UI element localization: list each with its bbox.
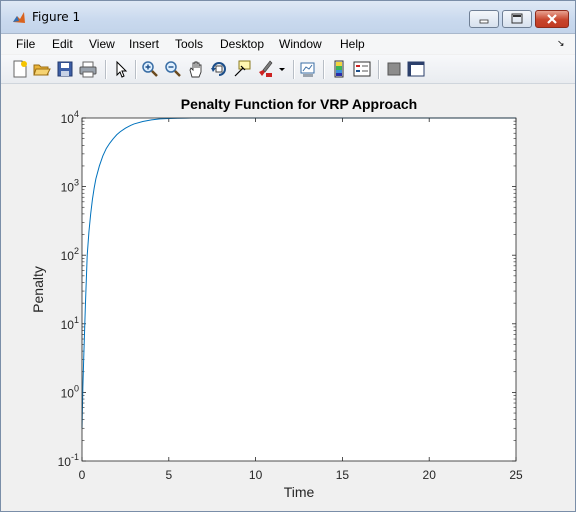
edit-plot-arrow-icon[interactable] [112, 60, 130, 78]
menu-desktop[interactable]: Desktop [220, 37, 264, 51]
toolbar-separator [135, 60, 137, 79]
link-plot-icon[interactable] [299, 60, 317, 78]
toolbar-separator [378, 60, 380, 79]
x-tick-label: 15 [336, 468, 350, 482]
menu-file[interactable]: File [16, 37, 35, 51]
toolbar-separator [293, 60, 295, 79]
new-figure-icon[interactable] [11, 60, 29, 78]
brush-icon[interactable] [256, 60, 274, 78]
figure-canvas[interactable]: 0 5 10 15 20 25 10-1 100 101 102 103 104 Penalty Fu… [2, 84, 574, 510]
menu-insert[interactable]: Insert [129, 37, 159, 51]
show-plot-tools-icon[interactable] [407, 60, 425, 78]
title-bar[interactable]: Figure 1 [1, 1, 575, 34]
menu-window[interactable]: Window [279, 37, 322, 51]
toolbar-separator [105, 60, 107, 79]
window-title: Figure 1 [32, 10, 81, 24]
save-icon[interactable] [56, 60, 74, 78]
maximize-button[interactable] [502, 10, 532, 28]
open-file-icon[interactable] [33, 60, 51, 78]
figure-toolbar [1, 55, 575, 84]
figure-window: Figure 1 File Edit View Insert Tools Des… [0, 0, 576, 512]
close-icon [547, 14, 557, 24]
y-tick-label: 100 [61, 383, 79, 400]
zoom-out-icon[interactable] [164, 60, 182, 78]
maximize-icon [511, 13, 523, 24]
x-axis-label: Time [284, 484, 315, 500]
y-tick-label: 102 [61, 246, 79, 263]
menu-help[interactable]: Help [340, 37, 365, 51]
toolbar-separator [323, 60, 325, 79]
menu-edit[interactable]: Edit [52, 37, 73, 51]
zoom-in-icon[interactable] [141, 60, 159, 78]
x-tick-label: 20 [423, 468, 437, 482]
minimize-button[interactable] [469, 10, 499, 28]
dock-arrow-icon[interactable]: ↘ [557, 39, 565, 49]
insert-legend-icon[interactable] [353, 60, 371, 78]
y-tick-label: 101 [61, 315, 79, 332]
pan-hand-icon[interactable] [187, 60, 205, 78]
chart-title: Penalty Function for VRP Approach [181, 96, 417, 112]
minimize-icon [479, 19, 489, 24]
penalty-chart[interactable]: 0 5 10 15 20 25 10-1 100 101 102 103 104 Penalty Fu… [2, 84, 574, 510]
menu-view[interactable]: View [89, 37, 115, 51]
x-tick-label: 5 [165, 468, 172, 482]
axes-background[interactable] [82, 118, 516, 461]
x-tick-label: 25 [509, 468, 523, 482]
close-button[interactable] [535, 10, 569, 28]
y-axis-label: Penalty [30, 266, 46, 313]
menu-bar: File Edit View Insert Tools Desktop Wind… [1, 34, 575, 54]
insert-colorbar-icon[interactable] [330, 60, 348, 78]
brush-dropdown-icon[interactable] [277, 60, 287, 78]
x-tick-label: 0 [79, 468, 86, 482]
matlab-icon [13, 12, 25, 23]
y-tick-label: 10-1 [58, 452, 79, 469]
rotate-3d-icon[interactable] [210, 60, 228, 78]
menu-tools[interactable]: Tools [175, 37, 203, 51]
y-tick-label: 103 [61, 178, 79, 195]
print-icon[interactable] [79, 60, 97, 78]
x-tick-label: 10 [249, 468, 263, 482]
y-tick-label: 104 [61, 109, 79, 126]
data-cursor-icon[interactable] [233, 60, 251, 78]
hide-plot-tools-icon[interactable] [385, 60, 403, 78]
